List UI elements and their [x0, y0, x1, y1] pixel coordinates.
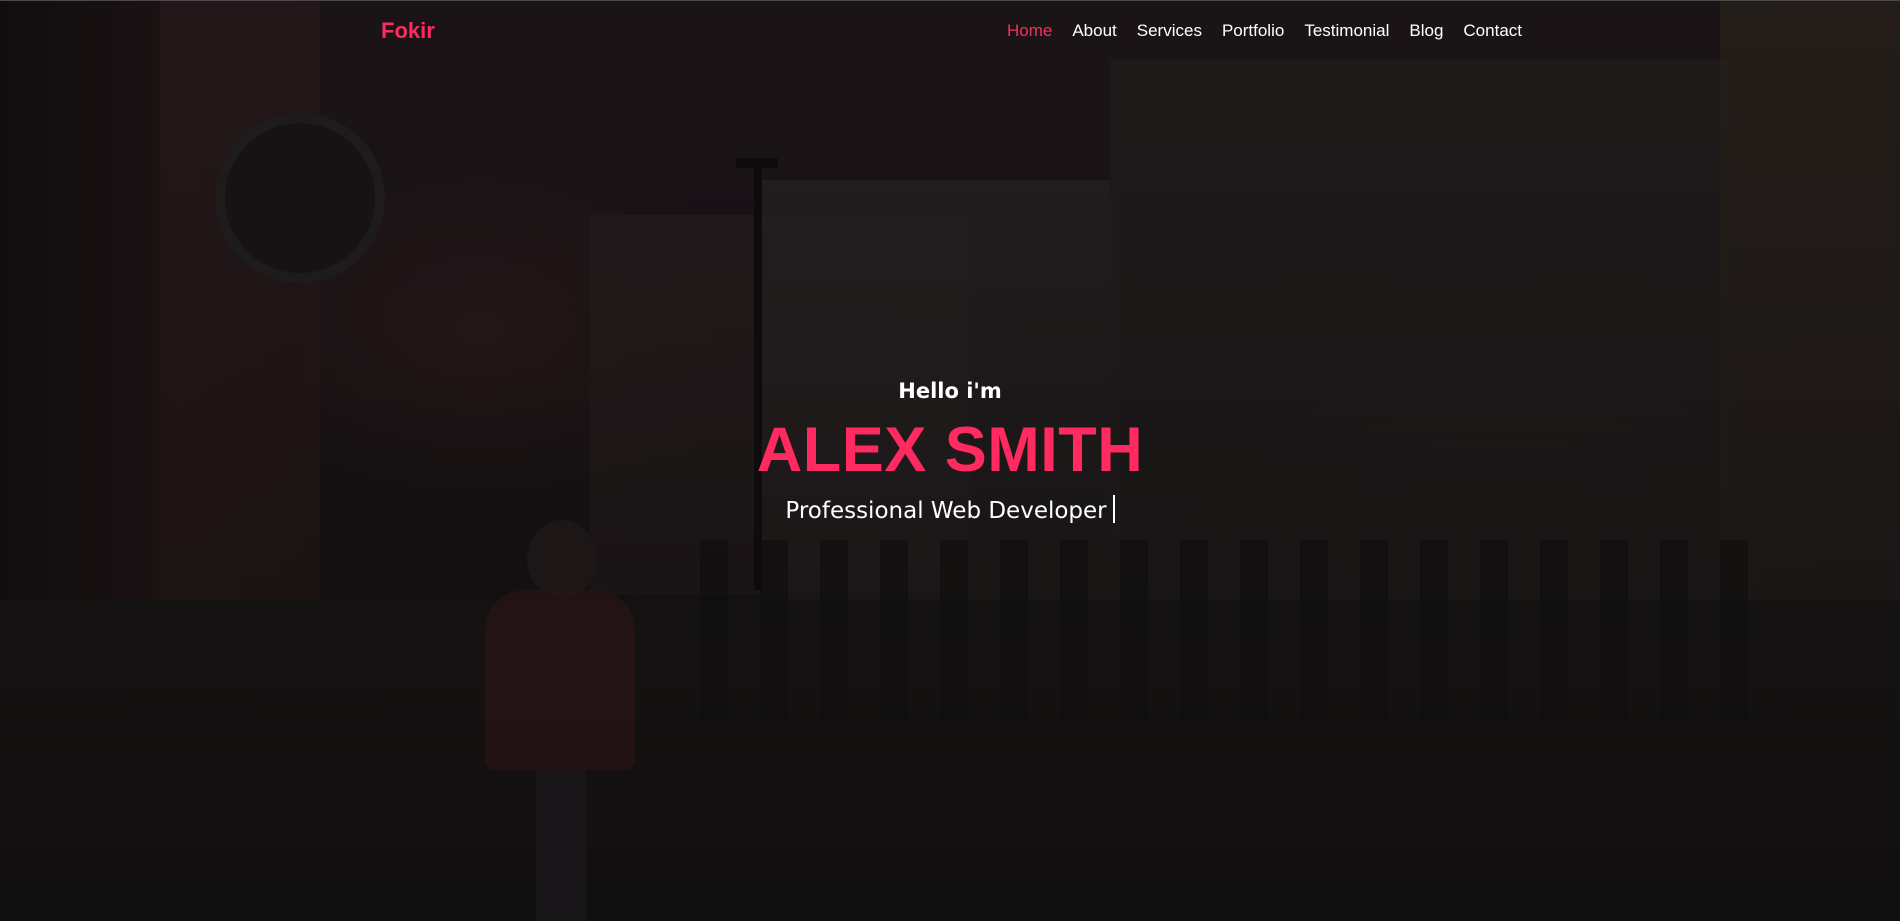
- hero-content: Hello i'm ALEX SMITH Professional Web De…: [0, 376, 1900, 528]
- nav-item-portfolio: Portfolio: [1222, 21, 1284, 41]
- nav-link-home[interactable]: Home: [1007, 21, 1052, 40]
- nav-item-services: Services: [1137, 21, 1202, 41]
- top-navbar: Fokir Home About Services Portfolio Test…: [0, 0, 1900, 62]
- hero-name: ALEX SMITH: [756, 415, 1144, 485]
- hero-greeting: Hello i'm: [898, 379, 1002, 403]
- nav-item-blog: Blog: [1409, 21, 1443, 41]
- nav-link-portfolio[interactable]: Portfolio: [1222, 21, 1284, 40]
- nav-link-contact[interactable]: Contact: [1463, 21, 1522, 40]
- hero-section: Fokir Home About Services Portfolio Test…: [0, 0, 1900, 921]
- nav-item-about: About: [1072, 21, 1116, 41]
- nav-link-blog[interactable]: Blog: [1409, 21, 1443, 40]
- nav-item-testimonial: Testimonial: [1304, 21, 1389, 41]
- hero-subtitle: Professional Web Developer: [785, 498, 1107, 524]
- nav-link-about[interactable]: About: [1072, 21, 1116, 40]
- nav-menu: Home About Services Portfolio Testimonia…: [1007, 21, 1522, 41]
- typing-cursor-icon: [1112, 495, 1115, 523]
- brand-logo[interactable]: Fokir: [381, 18, 435, 44]
- hero-subtitle-line: Professional Web Developer: [0, 494, 1900, 528]
- nav-item-contact: Contact: [1463, 21, 1522, 41]
- nav-item-home: Home: [1007, 21, 1052, 41]
- nav-link-testimonial[interactable]: Testimonial: [1304, 21, 1389, 40]
- nav-link-services[interactable]: Services: [1137, 21, 1202, 40]
